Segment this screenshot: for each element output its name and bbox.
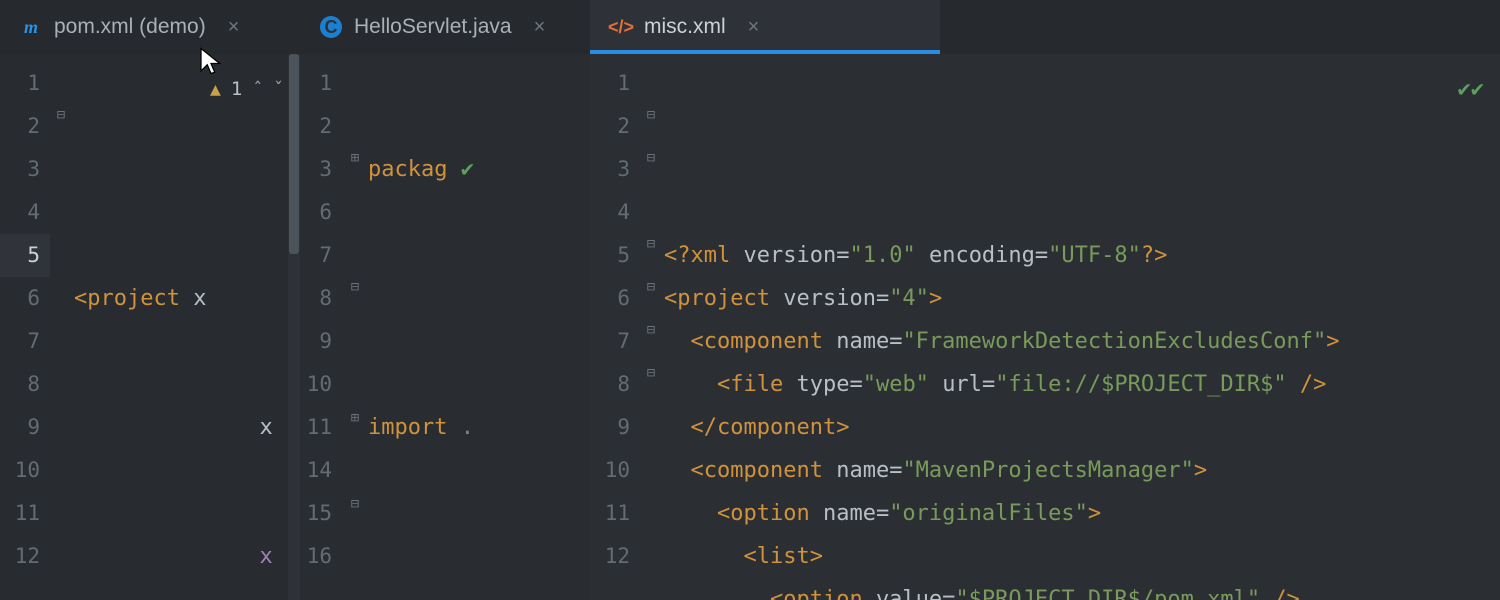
java-class-icon: C [320, 16, 342, 38]
fold-toggle-icon[interactable]: ⊟ [644, 279, 658, 295]
line-number: 8 [300, 277, 342, 320]
editor-pane-servlet: 1 2 3 6 7 8 9 10 11 14 15 16 ⊞ ⊟ ⊞ ⊟ pac… [300, 54, 590, 600]
line-number: 7 [300, 234, 342, 277]
line-number: 9 [0, 406, 50, 449]
line-number: 16 [300, 535, 342, 578]
code-area[interactable]: packag ✔ import . @WebServl public cl pr… [368, 54, 590, 600]
line-number: 6 [0, 277, 50, 320]
editor-area: 1 2 3 4 5 6 7 8 9 10 11 12 ⊟ <project x … [0, 54, 1500, 600]
checkmark-icon: ✔✔ [1458, 68, 1485, 111]
tab-misc-xml[interactable]: misc.xml × [590, 0, 940, 54]
line-number: 5 [590, 234, 640, 277]
tab-label: pom.xml (demo) [54, 15, 206, 39]
line-number: 5 [0, 234, 50, 277]
tab-hello-servlet[interactable]: C HelloServlet.java × [300, 0, 590, 54]
editor-tab-bar: m pom.xml (demo) × C HelloServlet.java ×… [0, 0, 1500, 54]
line-number: 1 [0, 62, 50, 105]
checkmark-icon: ✔ [461, 157, 474, 182]
fold-column: ⊞ ⊟ ⊞ ⊟ [344, 54, 368, 600]
line-number: 7 [0, 320, 50, 363]
code-area[interactable]: ✔✔ <?xml version="1.0" encoding="UTF-8"?… [664, 54, 1500, 600]
close-icon[interactable]: × [534, 16, 546, 39]
xml-file-icon [610, 16, 632, 38]
tab-pom-xml[interactable]: m pom.xml (demo) × [0, 0, 300, 54]
line-number: 7 [590, 320, 640, 363]
fold-toggle-icon[interactable]: ⊟ [644, 365, 658, 381]
fold-end-icon[interactable]: ⊟ [644, 236, 658, 252]
line-number: 9 [590, 406, 640, 449]
line-gutter: 1 2 3 4 5 6 7 8 9 10 11 12 [590, 54, 640, 600]
tab-label: HelloServlet.java [354, 15, 512, 39]
line-number: 2 [0, 105, 50, 148]
editor-pane-pom: 1 2 3 4 5 6 7 8 9 10 11 12 ⊟ <project x … [0, 54, 300, 600]
inspection-widget[interactable]: ▲ 1 ˆ ˇ [210, 68, 284, 111]
fold-toggle-icon[interactable]: ⊟ [644, 107, 658, 123]
line-number: 4 [590, 191, 640, 234]
line-number: 6 [300, 191, 342, 234]
fold-column: ⊟ [50, 54, 74, 600]
line-number: 1 [590, 62, 640, 105]
fold-toggle-icon[interactable]: ⊞ [348, 150, 362, 166]
line-gutter: 1 2 3 6 7 8 9 10 11 14 15 16 [300, 54, 344, 600]
line-number: 8 [0, 363, 50, 406]
chevron-down-icon[interactable]: ˇ [273, 68, 284, 111]
maven-file-icon: m [20, 16, 42, 38]
code-area[interactable]: <project x x x <model <group <artif <ver… [74, 54, 300, 600]
fold-column: ⊟ ⊟ ⊟ ⊟ ⊟ ⊟ [640, 54, 664, 600]
close-icon[interactable]: × [748, 16, 760, 39]
fold-toggle-icon[interactable]: ⊟ [54, 107, 68, 123]
line-gutter: 1 2 3 4 5 6 7 8 9 10 11 12 [0, 54, 50, 600]
line-number: 4 [0, 191, 50, 234]
fold-toggle-icon[interactable]: ⊟ [644, 150, 658, 166]
fold-toggle-icon[interactable]: ⊞ [348, 410, 362, 426]
line-number: 11 [300, 406, 342, 449]
fold-toggle-icon[interactable]: ⊟ [348, 496, 362, 512]
line-number: 15 [300, 492, 342, 535]
line-number: 3 [0, 148, 50, 191]
line-number: 14 [300, 449, 342, 492]
fold-toggle-icon[interactable]: ⊟ [644, 322, 658, 338]
line-number: 2 [590, 105, 640, 148]
line-number: 12 [0, 535, 50, 578]
line-number: 10 [0, 449, 50, 492]
line-number: 12 [590, 535, 640, 578]
fold-toggle-icon[interactable]: ⊟ [348, 279, 362, 295]
scrollbar[interactable] [288, 54, 300, 600]
line-number: 6 [590, 277, 640, 320]
line-number: 11 [590, 492, 640, 535]
line-number: 9 [300, 320, 342, 363]
line-number: 11 [0, 492, 50, 535]
line-number: 10 [590, 449, 640, 492]
warning-count: 1 [231, 68, 242, 111]
line-number: 2 [300, 105, 342, 148]
line-number: 10 [300, 363, 342, 406]
inspection-widget[interactable]: ✔✔ [1458, 68, 1485, 111]
line-number: 8 [590, 363, 640, 406]
line-number: 3 [590, 148, 640, 191]
line-number: 1 [300, 62, 342, 105]
chevron-up-icon[interactable]: ˆ [252, 68, 263, 111]
editor-pane-misc: 1 2 3 4 5 6 7 8 9 10 11 12 ⊟ ⊟ ⊟ ⊟ ⊟ ⊟ ✔… [590, 54, 1500, 600]
warning-icon: ▲ [210, 68, 221, 111]
close-icon[interactable]: × [228, 16, 240, 39]
line-number: 3 [300, 148, 342, 191]
tab-label: misc.xml [644, 15, 726, 39]
